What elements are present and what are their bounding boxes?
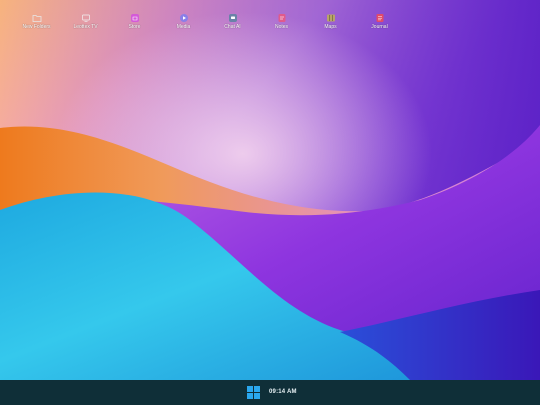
start-tile-4 — [254, 393, 260, 399]
start-tile-3 — [247, 393, 253, 399]
desktop-icon-label: Store — [128, 24, 141, 30]
windows-start-icon[interactable] — [247, 386, 261, 400]
desktop-icon-label: Maps — [324, 24, 337, 30]
start-tile-1 — [247, 386, 253, 392]
journal-icon — [376, 14, 383, 22]
desktop-icon-leottex-tv[interactable]: Leottex TV — [61, 13, 110, 30]
desktop-icon-notes[interactable]: Notes — [257, 13, 306, 30]
map-icon — [326, 14, 335, 22]
store-icon — [130, 14, 139, 22]
desktop-icon-new-folders[interactable]: New Folders — [12, 13, 61, 30]
tv-icon — [81, 14, 90, 22]
taskbar: 09:14 AM — [0, 380, 540, 405]
desktop-icon-chat-ai[interactable]: Chat AI — [208, 13, 257, 30]
desktop-icon-store[interactable]: Store — [110, 13, 159, 30]
start-tile-2 — [254, 386, 260, 392]
desktop-icon-grid: New Folders Leottex TV Store Media Chat … — [12, 13, 404, 30]
taskbar-clock[interactable]: 09:14 AM — [269, 388, 297, 396]
chat-icon — [228, 14, 237, 22]
desktop-icon-label: Media — [176, 24, 191, 30]
desktop-icon-label: Chat AI — [224, 24, 241, 30]
desktop-icon-label: Journal — [371, 24, 388, 30]
wallpaper — [0, 0, 540, 405]
desktop-icon-journal[interactable]: Journal — [355, 13, 404, 30]
desktop-icon-maps[interactable]: Maps — [306, 13, 355, 30]
desktop-icon-label: Notes — [274, 24, 289, 30]
desktop-icon-label: New Folders — [22, 24, 51, 30]
folder-icon — [32, 15, 41, 22]
desktop-icon-label: Leottex TV — [73, 24, 98, 30]
notes-icon — [278, 14, 285, 22]
desktop-icon-media[interactable]: Media — [159, 13, 208, 30]
media-icon — [179, 14, 188, 22]
desktop-screen: New Folders Leottex TV Store Media Chat … — [0, 0, 540, 405]
